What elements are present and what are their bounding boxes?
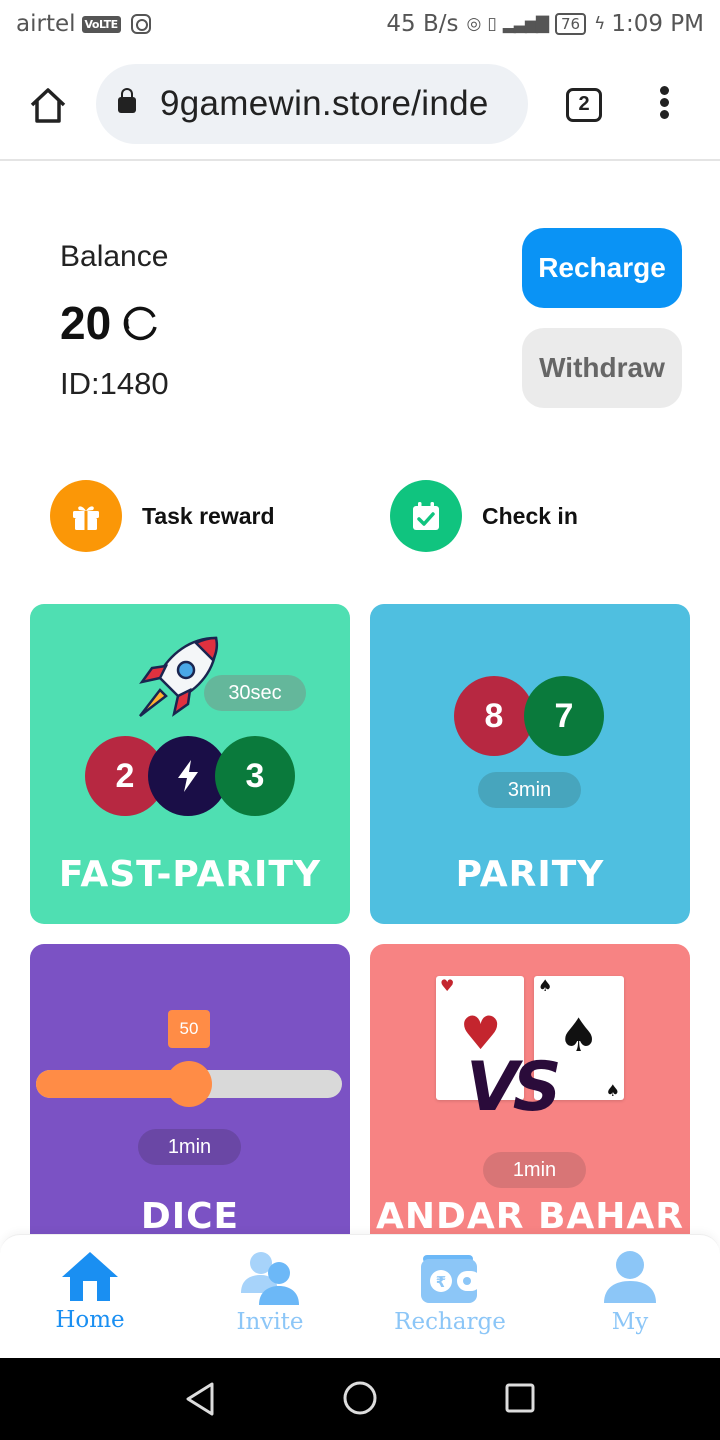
back-icon[interactable] xyxy=(184,1382,216,1416)
user-id: ID:1480 xyxy=(60,366,169,401)
nav-home[interactable]: Home xyxy=(0,1249,180,1333)
nav-invite[interactable]: Invite xyxy=(180,1249,360,1335)
nav-my[interactable]: My xyxy=(540,1249,720,1335)
invite-icon xyxy=(241,1252,299,1305)
calendar-check-icon xyxy=(390,480,462,552)
bottom-nav: Home Invite ₹ Recharge My xyxy=(0,1234,720,1358)
nav-home-label: Home xyxy=(55,1307,125,1333)
recharge-button[interactable]: Recharge xyxy=(522,228,682,308)
gift-icon xyxy=(50,480,122,552)
dice-duration: 1min xyxy=(138,1129,241,1165)
nav-invite-label: Invite xyxy=(236,1309,304,1335)
lock-icon xyxy=(118,88,136,113)
andar-bahar-title: ANDAR BAHAR xyxy=(376,1196,684,1237)
battery-icon: 76 xyxy=(555,13,587,35)
refresh-icon[interactable] xyxy=(121,303,161,343)
tab-switcher-button[interactable]: 2 xyxy=(566,88,602,122)
network-speed: 45 B/s xyxy=(386,11,459,37)
task-reward-label: Task reward xyxy=(142,502,275,529)
more-options-icon[interactable] xyxy=(656,86,672,126)
parity-card[interactable]: 8 7 3min PARITY xyxy=(370,604,690,924)
check-in-label: Check in xyxy=(482,502,578,529)
dice-card[interactable]: 50 1min DICE xyxy=(30,944,350,1264)
fast-parity-title: FAST-PARITY xyxy=(58,854,322,895)
svg-text:₹: ₹ xyxy=(436,1273,446,1291)
address-bar[interactable]: 9gamewin.store/inde xyxy=(96,64,528,144)
recents-icon[interactable] xyxy=(504,1382,536,1414)
home-icon xyxy=(62,1252,118,1301)
url-text: 9gamewin.store/inde xyxy=(160,84,489,123)
signal-icon: ▂▃▅▇ xyxy=(502,14,549,34)
nav-recharge[interactable]: ₹ Recharge xyxy=(360,1249,540,1335)
parity-title: PARITY xyxy=(455,854,605,895)
instagram-icon xyxy=(130,14,151,34)
balance-row: 20 xyxy=(60,296,161,350)
fast-parity-duration: 30sec xyxy=(204,675,306,711)
user-icon xyxy=(604,1251,656,1303)
home-icon[interactable] xyxy=(28,86,68,126)
slider-value: 50 xyxy=(168,1010,210,1048)
ball-green: 7 xyxy=(524,676,604,756)
home-circle-icon[interactable] xyxy=(342,1380,378,1416)
ball-red: 8 xyxy=(454,676,534,756)
screen: airtel VoLTE 45 B/s ◎ ▯ ▂▃▅▇ 76 ϟ 1:09 P… xyxy=(0,0,720,1440)
vs-logo: VS xyxy=(466,1048,562,1127)
nav-my-label: My xyxy=(611,1309,649,1335)
parity-duration: 3min xyxy=(478,772,581,808)
status-bar: airtel VoLTE 45 B/s ◎ ▯ ▂▃▅▇ 76 ϟ 1:09 P… xyxy=(0,0,720,50)
andar-bahar-duration: 1min xyxy=(483,1152,586,1188)
check-in-button[interactable]: Check in xyxy=(390,480,578,552)
task-reward-button[interactable]: Task reward xyxy=(50,480,275,552)
wallet-icon: ₹ xyxy=(421,1255,481,1303)
carrier-name: airtel xyxy=(16,11,76,37)
balance-value: 20 xyxy=(60,297,112,349)
hotspot-icon: ◎ xyxy=(466,14,482,34)
system-nav-bar xyxy=(0,1358,720,1440)
ball-green: 3 xyxy=(215,736,295,816)
volte-icon: VoLTE xyxy=(81,15,121,33)
dice-title: DICE xyxy=(140,1196,240,1237)
andar-bahar-card[interactable]: ♥ ♥ ♠ ♠ ♠ VS 1min ANDAR BAHAR xyxy=(370,944,690,1264)
slider-thumb xyxy=(166,1061,212,1107)
clock: 1:09 PM xyxy=(611,11,704,37)
withdraw-button[interactable]: Withdraw xyxy=(522,328,682,408)
balance-label: Balance xyxy=(60,240,169,273)
vibrate-icon: ▯ xyxy=(487,14,496,34)
charging-icon: ϟ xyxy=(594,14,605,34)
browser-toolbar: 9gamewin.store/inde 2 xyxy=(0,50,720,161)
nav-recharge-label: Recharge xyxy=(394,1309,506,1335)
fast-parity-card[interactable]: 30sec 2 3 FAST-PARITY xyxy=(30,604,350,924)
